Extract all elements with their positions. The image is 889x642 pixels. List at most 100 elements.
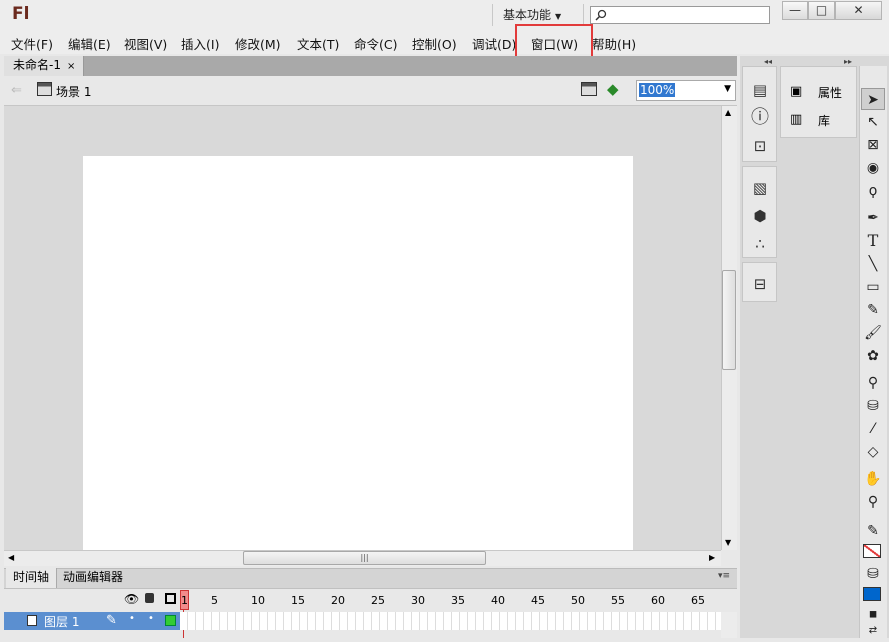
frame-number: 15 bbox=[291, 594, 305, 607]
zoom-tool-icon[interactable]: ⚲ bbox=[861, 491, 885, 513]
scroll-left-icon[interactable]: ◀ bbox=[8, 553, 14, 562]
eyedropper-tool-icon[interactable]: ⁄ bbox=[861, 418, 885, 440]
scroll-down-icon[interactable]: ▼ bbox=[725, 538, 731, 547]
document-tab[interactable]: 未命名-1 × bbox=[4, 56, 84, 76]
close-icon[interactable]: × bbox=[67, 61, 75, 72]
frame-grid[interactable] bbox=[180, 612, 721, 630]
collapse-icon[interactable]: ◂◂ bbox=[764, 57, 772, 66]
3d-rotation-tool-icon[interactable]: ◉ bbox=[861, 157, 885, 179]
library-panel-tab[interactable]: ▥ 库 bbox=[790, 110, 850, 130]
chevron-down-icon: ▼ bbox=[555, 12, 562, 21]
selection-tool-icon[interactable]: ➤ bbox=[861, 88, 885, 110]
bone-tool-icon[interactable]: ⚲ bbox=[861, 372, 885, 394]
pen-tool-icon[interactable]: ✒ bbox=[861, 207, 885, 229]
back-arrow-icon[interactable]: ⇐ bbox=[11, 83, 22, 98]
layer-name[interactable]: 图层 1 bbox=[44, 613, 79, 630]
workspace-switcher[interactable]: 基本功能 ▼ bbox=[492, 4, 584, 26]
zoom-select[interactable]: 100% ▼ bbox=[636, 80, 736, 101]
frame-number: 10 bbox=[251, 594, 265, 607]
transform-icon[interactable]: ⊡ bbox=[748, 136, 772, 158]
maximize-button[interactable]: □ bbox=[808, 1, 835, 20]
line-tool-icon[interactable]: ╲ bbox=[861, 253, 885, 275]
frame-number: 65 bbox=[691, 594, 705, 607]
library-icon: ▥ bbox=[790, 112, 803, 127]
help-search-input[interactable] bbox=[590, 6, 770, 24]
horizontal-scroll-thumb[interactable]: ||| bbox=[243, 551, 486, 565]
rectangle-tool-icon[interactable]: ▭ bbox=[861, 276, 885, 298]
eraser-tool-icon[interactable]: ◇ bbox=[861, 441, 885, 463]
menu-commands[interactable]: 命令(C) bbox=[354, 34, 397, 53]
frame-number: 25 bbox=[371, 594, 385, 607]
flash-logo: Fl bbox=[12, 4, 30, 24]
frame-number: 35 bbox=[451, 594, 465, 607]
clapper-icon bbox=[37, 82, 52, 96]
scroll-right-icon[interactable]: ▶ bbox=[709, 553, 715, 562]
pencil-icon: ✎ bbox=[106, 613, 117, 628]
layer-icon bbox=[27, 615, 37, 626]
history-icon[interactable]: ⊟ bbox=[748, 274, 772, 296]
frame-number: 55 bbox=[611, 594, 625, 607]
brush-tool-icon[interactable]: 🖌 bbox=[861, 322, 885, 344]
visibility-dot[interactable]: • bbox=[129, 613, 135, 624]
search-icon bbox=[595, 9, 607, 21]
frame-number: 1 bbox=[181, 594, 188, 607]
panel-menu-icon[interactable]: ▾≡ bbox=[718, 571, 730, 581]
components-icon[interactable]: ⬢ bbox=[748, 206, 772, 228]
outline-icon[interactable] bbox=[165, 593, 176, 604]
menu-help[interactable]: 帮助(H) bbox=[592, 34, 636, 53]
lock-icon[interactable] bbox=[145, 593, 154, 603]
edit-symbols-icon[interactable]: ◆ bbox=[607, 80, 619, 98]
frame-number: 30 bbox=[411, 594, 425, 607]
motion-presets-icon[interactable]: ∴ bbox=[748, 234, 772, 256]
workspace-label: 基本功能 bbox=[503, 8, 552, 22]
deco-tool-icon[interactable]: ✿ bbox=[861, 345, 885, 367]
minimize-button[interactable]: — bbox=[782, 1, 808, 20]
fill-color-swatch[interactable] bbox=[863, 587, 881, 601]
tab-motion-editor[interactable]: 动画编辑器 bbox=[56, 568, 130, 588]
timeline-scrollbar[interactable] bbox=[721, 612, 737, 638]
stroke-color-swatch[interactable] bbox=[863, 544, 881, 558]
frame-number: 60 bbox=[651, 594, 665, 607]
swap-colors-icon[interactable]: ⇄ bbox=[861, 620, 885, 642]
menu-text[interactable]: 文本(T) bbox=[297, 34, 339, 53]
text-tool-icon[interactable]: T bbox=[861, 230, 885, 252]
menu-edit[interactable]: 编辑(E) bbox=[68, 34, 111, 53]
code-snippets-icon[interactable]: ▧ bbox=[748, 178, 772, 200]
paint-bucket-tool-icon[interactable]: ⛁ bbox=[861, 395, 885, 417]
properties-panel-tab[interactable]: ▣ 属性 bbox=[790, 82, 850, 102]
menu-view[interactable]: 视图(V) bbox=[124, 34, 167, 53]
library-label: 库 bbox=[818, 114, 831, 128]
menu-modify[interactable]: 修改(M) bbox=[235, 34, 281, 53]
free-transform-tool-icon[interactable]: ⊠ bbox=[861, 134, 885, 156]
frame-number: 40 bbox=[491, 594, 505, 607]
collapse-icon[interactable]: ▸▸ bbox=[844, 57, 852, 66]
menu-file[interactable]: 文件(F) bbox=[11, 34, 53, 53]
close-button[interactable]: ✕ bbox=[835, 1, 882, 20]
vertical-scroll-thumb[interactable] bbox=[722, 270, 736, 370]
stage-canvas[interactable] bbox=[83, 156, 633, 550]
lasso-tool-icon[interactable]: ϙ bbox=[861, 180, 885, 202]
info-icon[interactable]: ⓘ bbox=[748, 108, 772, 130]
hand-tool-icon[interactable]: ✋ bbox=[861, 468, 885, 490]
frame-number: 5 bbox=[211, 594, 218, 607]
scene-label: 场景 1 bbox=[56, 85, 92, 99]
frame-number: 50 bbox=[571, 594, 585, 607]
document-tab-bar bbox=[4, 56, 737, 76]
subselection-tool-icon[interactable]: ↖ bbox=[861, 111, 885, 133]
document-tab-label: 未命名-1 bbox=[13, 58, 61, 72]
tab-timeline[interactable]: 时间轴 bbox=[6, 568, 58, 588]
menu-insert[interactable]: 插入(I) bbox=[181, 34, 219, 53]
edit-scene-icon[interactable] bbox=[581, 82, 597, 96]
fill-bucket-icon: ⛁ bbox=[867, 566, 879, 582]
menu-control[interactable]: 控制(O) bbox=[412, 34, 457, 53]
align-icon[interactable]: ▤ bbox=[748, 80, 772, 102]
frame-number: 45 bbox=[531, 594, 545, 607]
eye-icon[interactable]: 👁 bbox=[124, 592, 139, 606]
menu-debug[interactable]: 调试(D) bbox=[472, 34, 516, 53]
lock-dot[interactable]: • bbox=[148, 613, 154, 624]
outline-color-box[interactable] bbox=[165, 615, 176, 626]
pencil-tool-icon[interactable]: ✎ bbox=[861, 299, 885, 321]
scroll-up-icon[interactable]: ▲ bbox=[725, 108, 731, 117]
zoom-value: 100% bbox=[639, 83, 676, 97]
edit-bar bbox=[4, 76, 737, 106]
